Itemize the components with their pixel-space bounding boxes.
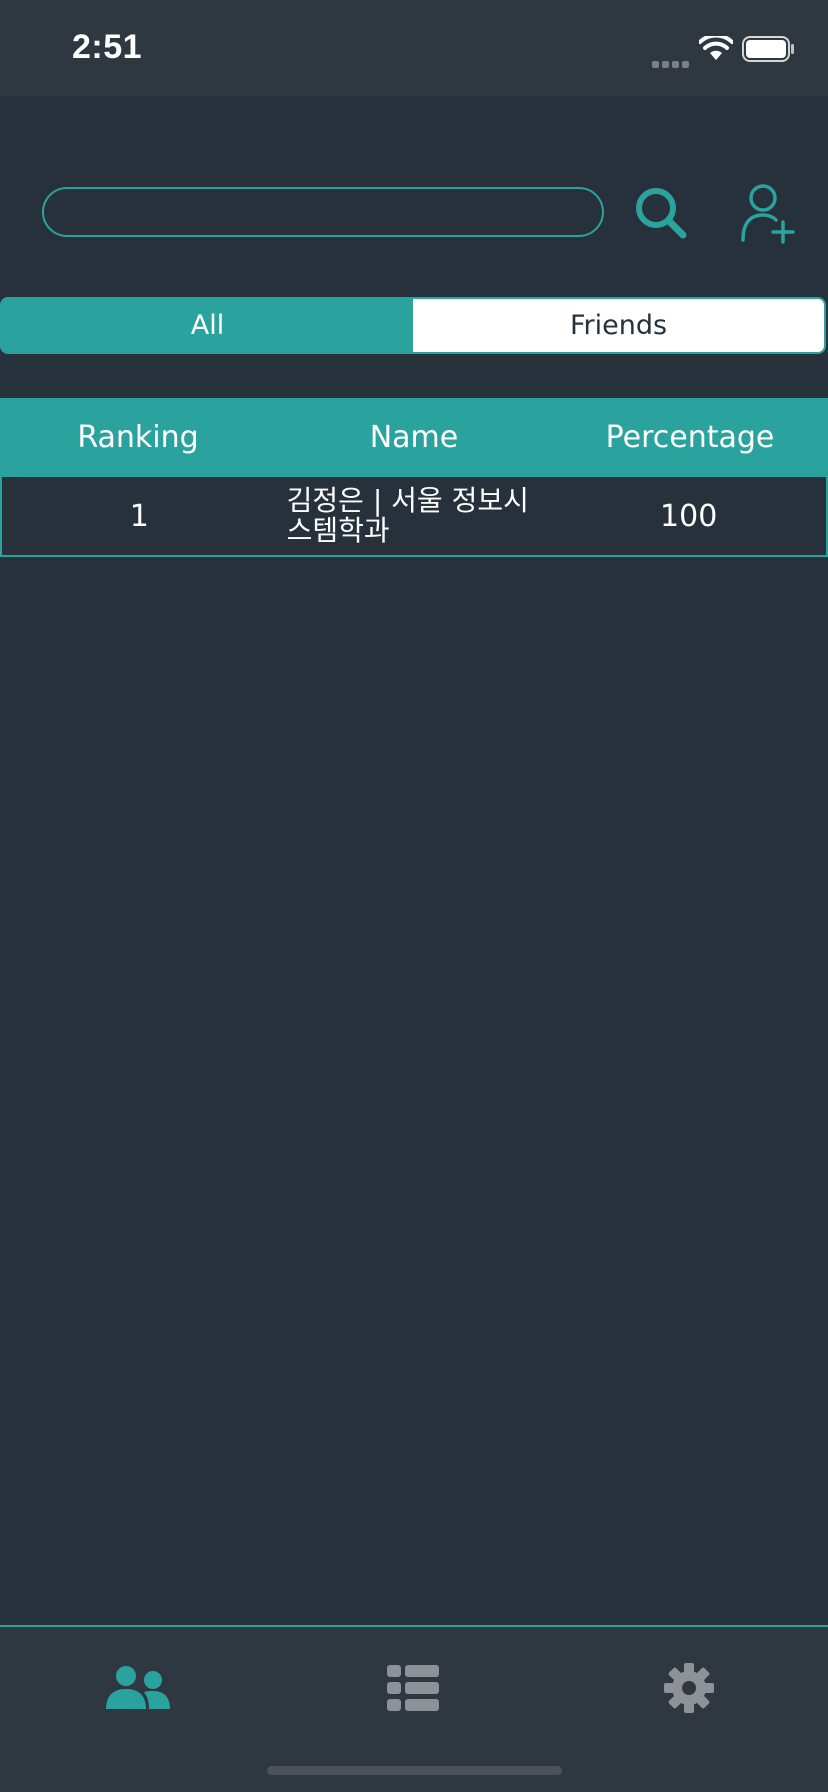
segment-friends[interactable]: Friends	[413, 299, 824, 352]
status-bar: 2:51	[0, 0, 828, 96]
row-ranking: 1	[129, 498, 149, 534]
table-row[interactable]: 1 김정은 | 서울 정보시스템학과 100	[0, 477, 828, 557]
column-header-ranking: Ranking	[77, 420, 199, 455]
tab-friends[interactable]	[88, 1653, 188, 1723]
add-user-icon	[741, 184, 795, 244]
gear-icon	[664, 1663, 714, 1713]
users-icon	[106, 1666, 170, 1709]
cellular-signal-icon	[652, 53, 692, 72]
segment-all[interactable]: All	[2, 299, 413, 352]
list-icon	[387, 1665, 439, 1711]
search-icon	[636, 188, 687, 239]
row-percentage: 100	[660, 498, 718, 534]
battery-icon	[742, 36, 796, 66]
ranking-table-header: Ranking Name Percentage	[0, 398, 828, 477]
status-time: 2:51	[72, 28, 143, 66]
search-input[interactable]	[42, 187, 604, 237]
tab-list[interactable]	[363, 1653, 463, 1723]
search-button[interactable]	[630, 182, 692, 244]
column-header-name: Name	[369, 420, 459, 455]
home-indicator	[267, 1766, 562, 1775]
row-name: 김정은 | 서울 정보시스템학과	[286, 484, 529, 547]
column-header-percentage: Percentage	[605, 420, 775, 455]
ranking-scope-segmented-control: All Friends	[0, 297, 826, 354]
wifi-icon	[698, 33, 734, 66]
add-friend-button[interactable]	[736, 180, 798, 246]
tab-settings[interactable]	[639, 1653, 739, 1723]
